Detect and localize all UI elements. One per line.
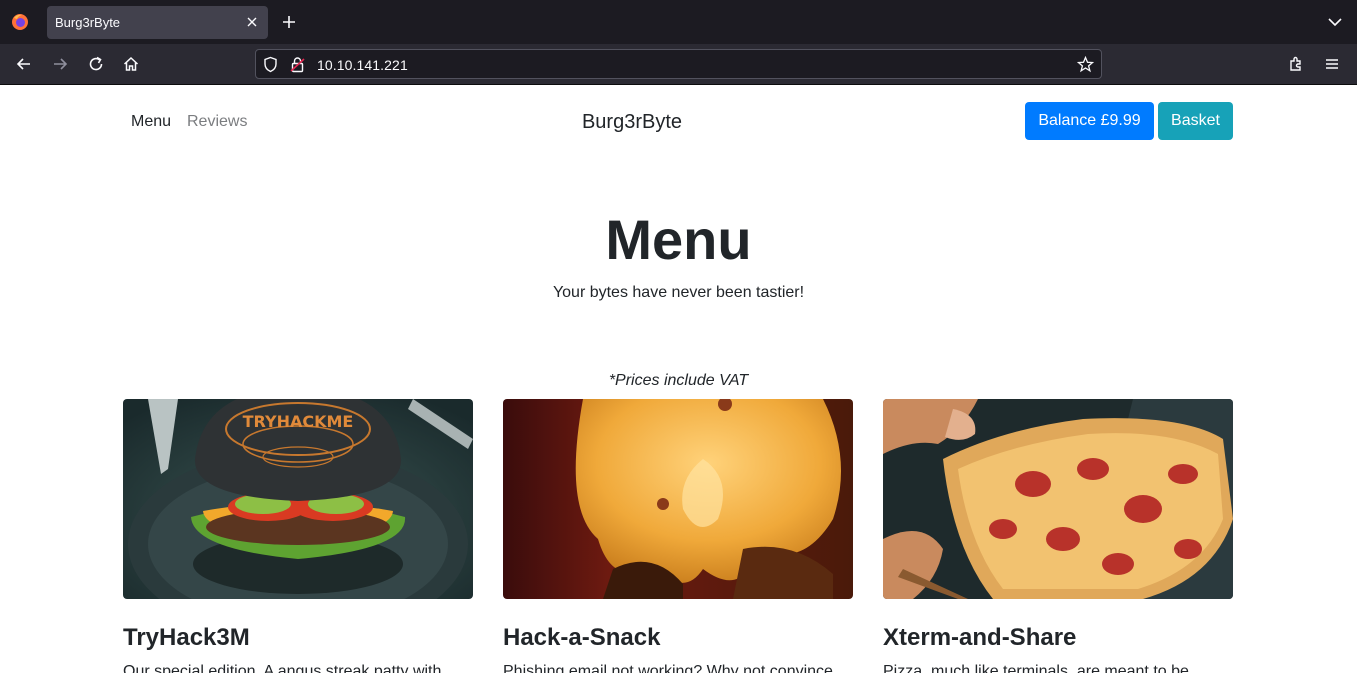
burger-image: TRYHACKME [123,399,473,599]
star-icon[interactable] [1077,56,1094,73]
plus-icon[interactable] [280,13,298,31]
site-brand[interactable]: Burg3rByte [123,111,1141,134]
shield-icon[interactable] [262,56,279,73]
back-icon[interactable] [15,55,33,73]
menu-card-tryhack3m[interactable]: TRYHACKME TryHack3M Our special edition.… [123,399,473,673]
forward-icon[interactable] [51,55,69,73]
browser-toolbar: 10.10.141.221 [0,44,1357,85]
extensions-icon[interactable] [1287,55,1305,73]
home-icon[interactable] [122,55,140,73]
balance-button[interactable]: Balance £9.99 [1025,102,1154,140]
item-title: Hack-a-Snack [503,624,661,651]
reload-icon[interactable] [87,55,105,73]
basket-button[interactable]: Basket [1158,102,1233,140]
tab-title: Burg3rByte [55,15,121,30]
chevron-down-icon[interactable] [1327,15,1343,29]
close-icon[interactable] [244,14,260,30]
item-description: Phishing email not working? Why not conv… [503,663,833,673]
page-title: Menu [605,208,752,271]
burger-bun-text: TRYHACKME [243,412,354,431]
url-text[interactable]: 10.10.141.221 [317,57,408,73]
browser-tab-active[interactable]: Burg3rByte [47,6,268,39]
menu-card-xterm-and-share[interactable]: Xterm-and-Share Pizza, much like termina… [883,399,1233,673]
firefox-logo[interactable] [11,13,29,31]
item-title: TryHack3M [123,624,250,651]
page-subtitle: Your bytes have never been tastier! [552,284,805,301]
site-navbar: Menu Reviews Burg3rByte Balance £9.99 Ba… [123,101,1233,141]
page-content: Menu Reviews Burg3rByte Balance £9.99 Ba… [0,85,1357,673]
pizza-image [883,399,1233,599]
lock-icon[interactable] [289,56,306,73]
url-bar[interactable]: 10.10.141.221 [255,49,1102,79]
cheese-snack-image [503,399,853,599]
item-description: Pizza, much like terminals, are meant to… [883,663,1189,673]
item-description: Our special edition. A angus streak patt… [123,663,442,673]
vat-note: *Prices include VAT [608,372,749,389]
menu-card-hack-a-snack[interactable]: Hack-a-Snack Phishing email not working?… [503,399,853,673]
browser-tab-bar: Burg3rByte [0,0,1357,44]
item-title: Xterm-and-Share [883,624,1077,651]
hamburger-menu-icon[interactable] [1323,55,1341,73]
